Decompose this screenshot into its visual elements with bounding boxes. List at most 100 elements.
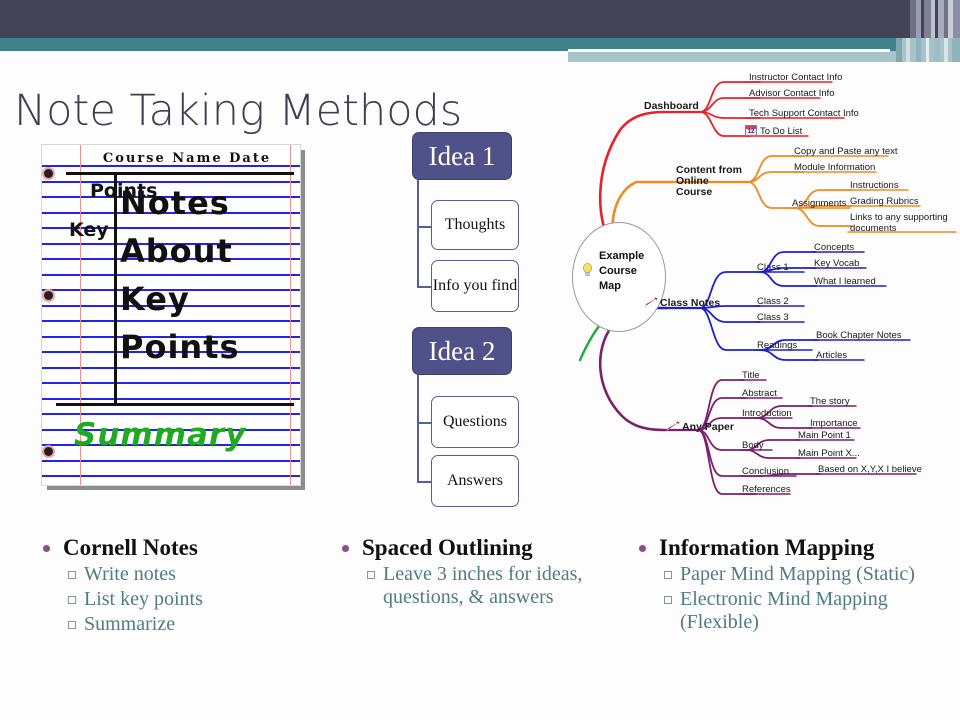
cornell-cue-word-points: Points <box>90 181 157 201</box>
mind-map-node-label[interactable]: References <box>742 484 791 495</box>
mind-map-node-label[interactable]: Module Information <box>794 162 875 173</box>
mind-map-node-label[interactable]: Dashboard <box>644 101 699 112</box>
list-item: Paper Mind Mapping (Static) <box>634 563 954 586</box>
cornell-cue-word-key: Key <box>69 220 109 240</box>
bullet-square-icon <box>664 571 672 579</box>
mind-map-node-label[interactable]: Any Paper <box>682 422 734 433</box>
list-item: Leave 3 inches for ideas, questions, & a… <box>337 563 627 609</box>
mind-map-node-label[interactable]: Class 3 <box>757 312 789 323</box>
cornell-notes-image: Course Name Date Points Key Notes About Ke… <box>41 144 305 490</box>
column-heading-text: Spaced Outlining <box>362 535 533 560</box>
mind-map-node-label[interactable]: Class 2 <box>757 296 789 307</box>
cornell-hole-punch-1 <box>44 169 53 178</box>
cornell-body-line: Points <box>120 328 240 366</box>
cornell-body-line: Notes <box>120 184 230 222</box>
outline-connector-2b <box>417 481 431 483</box>
mind-map-node-label[interactable]: Key Vocab <box>814 258 859 269</box>
mind-map-node-label[interactable]: Tech Support Contact Info <box>749 108 859 119</box>
mind-map-node-label[interactable]: Title <box>742 370 760 381</box>
outline-connector-trunk-2 <box>417 375 419 483</box>
mind-map-node-label[interactable]: Conclusion <box>742 466 789 477</box>
pencil-icon <box>645 297 658 307</box>
outline-node-idea-1[interactable]: Idea 1 <box>412 132 512 180</box>
outline-node-questions[interactable]: Questions <box>431 396 519 448</box>
cornell-page: Course Name Date Points Key Notes About Ke… <box>41 144 301 486</box>
header-stripe-pale <box>926 38 929 62</box>
mind-map-node-label[interactable]: Links to any supporting documents <box>850 212 954 234</box>
cornell-header-text: Course Name Date <box>102 151 272 166</box>
mind-map-branch <box>759 349 819 361</box>
bullet-square-icon <box>68 621 76 629</box>
mind-map-node-label[interactable]: Introduction <box>742 408 792 419</box>
outline-node-info-you-find[interactable]: Info you find <box>431 260 519 312</box>
column-cornell-notes: Cornell Notes Write notes List key point… <box>38 534 338 636</box>
mind-map-node-label[interactable]: Main Point 1 <box>798 430 851 441</box>
bullet-square-icon <box>68 571 76 579</box>
list-item: List key points <box>38 588 338 611</box>
mind-map-node-label[interactable]: Class Notes <box>660 298 720 309</box>
mind-map-node-label[interactable]: Copy and Paste any text <box>794 146 898 157</box>
cornell-hole-punch-2 <box>44 291 53 300</box>
bullet-dot-icon <box>342 545 349 552</box>
lightbulb-icon <box>582 263 593 276</box>
mind-map-node-label[interactable]: Concepts <box>814 242 854 253</box>
mind-map-center-node[interactable]: Example Course Map <box>572 222 666 332</box>
cornell-body-text: Notes About Key Points <box>120 179 295 371</box>
mind-map-node-label[interactable]: Based on X,Y,X I believe <box>818 464 922 475</box>
bullet-square-icon <box>367 571 375 579</box>
mind-map-node-label[interactable]: Readings <box>757 340 797 351</box>
mind-map-branch <box>598 324 666 432</box>
mind-map-node-label[interactable]: The story <box>810 396 850 407</box>
mind-map-node-label[interactable]: Instructions <box>850 180 899 191</box>
list-item: Summarize <box>38 613 338 636</box>
cornell-cue-key-text: Key <box>69 219 109 241</box>
mind-map-branch <box>747 181 795 209</box>
outline-connector-trunk-1 <box>417 180 419 288</box>
list-item-text: Paper Mind Mapping (Static) <box>680 563 915 585</box>
mind-map-node-label[interactable]: What I learned <box>814 276 876 287</box>
column-information-mapping: Information Mapping Paper Mind Mapping (… <box>634 534 954 634</box>
bullet-square-icon <box>664 596 672 604</box>
bullet-square-icon <box>68 596 76 604</box>
mind-map-node-label[interactable]: Content from Online Course <box>676 165 742 198</box>
cornell-summary-divider <box>56 403 294 406</box>
outline-node-thoughts[interactable]: Thoughts <box>431 200 519 250</box>
header-stripe-pale <box>916 38 921 62</box>
header-stripe-pale <box>934 38 940 62</box>
cornell-summary-text: Summary <box>74 417 247 453</box>
column-heading: Cornell Notes <box>38 534 338 561</box>
mind-map-node-label[interactable]: To Do List <box>760 126 802 137</box>
list-item-text: Leave 3 inches for ideas, questions, & a… <box>383 563 583 608</box>
slide-canvas: Note Taking Methods Course Name Date Poi… <box>0 0 960 720</box>
mind-map-node-label[interactable]: Advisor Contact Info <box>749 88 835 99</box>
bullet-dot-icon <box>43 545 50 552</box>
outline-node-answers[interactable]: Answers <box>431 455 519 507</box>
mind-map-node-label[interactable]: Main Point X... <box>798 448 860 459</box>
list-item-text: List key points <box>84 588 203 610</box>
mind-map-node-label[interactable]: Class 1 <box>757 262 789 273</box>
header-dark-band <box>0 0 960 38</box>
mind-map-node-label[interactable]: Abstract <box>742 388 777 399</box>
calendar-icon: 12 <box>745 125 757 136</box>
column-heading: Spaced Outlining <box>337 534 627 561</box>
mind-map-node-label[interactable]: Importance <box>810 418 858 429</box>
cornell-top-divider <box>66 172 294 175</box>
outline-node-idea-2[interactable]: Idea 2 <box>412 327 512 375</box>
mind-map-node-label[interactable]: Grading Rubrics <box>850 196 919 207</box>
mind-map-node-label[interactable]: Articles <box>816 350 847 361</box>
mind-map-node-label[interactable]: Book Chapter Notes <box>816 330 902 341</box>
outline-connector-1a <box>417 226 431 228</box>
column-spaced-outlining: Spaced Outlining Leave 3 inches for idea… <box>337 534 627 609</box>
mind-map-node-label[interactable]: Body <box>742 440 764 451</box>
header-stripe-pale <box>906 38 910 62</box>
mind-map-node-label[interactable]: Assignments <box>792 198 846 209</box>
mind-map-branch <box>745 449 801 459</box>
mind-map-branch <box>699 307 761 351</box>
column-heading-text: Cornell Notes <box>63 535 198 560</box>
page-title: Note Taking Methods <box>14 85 463 136</box>
mind-map-branch <box>699 111 751 137</box>
column-heading-text: Information Mapping <box>659 535 875 560</box>
list-item: Electronic Mind Mapping (Flexible) <box>634 588 954 634</box>
mind-map-node-label[interactable]: Instructor Contact Info <box>749 72 842 83</box>
mind-map-center-label: Example Course Map <box>599 250 645 292</box>
